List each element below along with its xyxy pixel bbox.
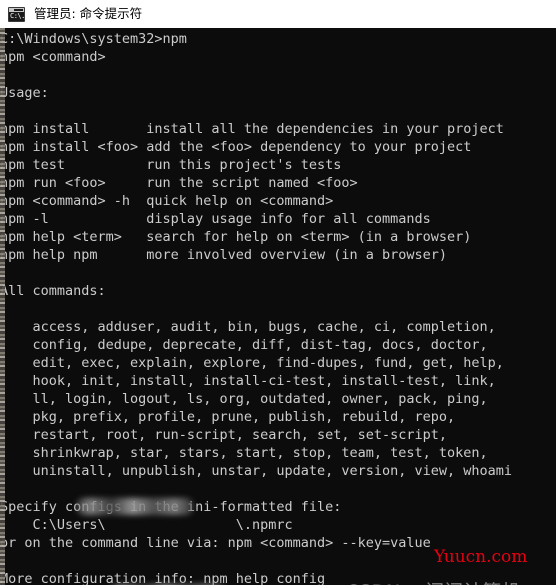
author-watermark: CSDN @问问计算机 xyxy=(346,580,520,585)
console-output-area[interactable]: C:\Windows\system32>npm npm <command> Us… xyxy=(0,28,556,585)
site-watermark: Yuucn.com xyxy=(434,547,528,567)
redacted-username-npmrc xyxy=(76,498,194,515)
cmd-icon-prompt-glyph: C:\. xyxy=(10,11,25,20)
command-prompt-window: C:\. 管理员: 命令提示符 C:\Windows\system32>npm … xyxy=(0,0,556,585)
left-edge-scrollbar[interactable] xyxy=(0,28,5,585)
cmd-prompt-icon: C:\. xyxy=(8,6,25,22)
window-titlebar[interactable]: C:\. 管理员: 命令提示符 xyxy=(0,0,556,28)
window-title: 管理员: 命令提示符 xyxy=(34,6,143,21)
